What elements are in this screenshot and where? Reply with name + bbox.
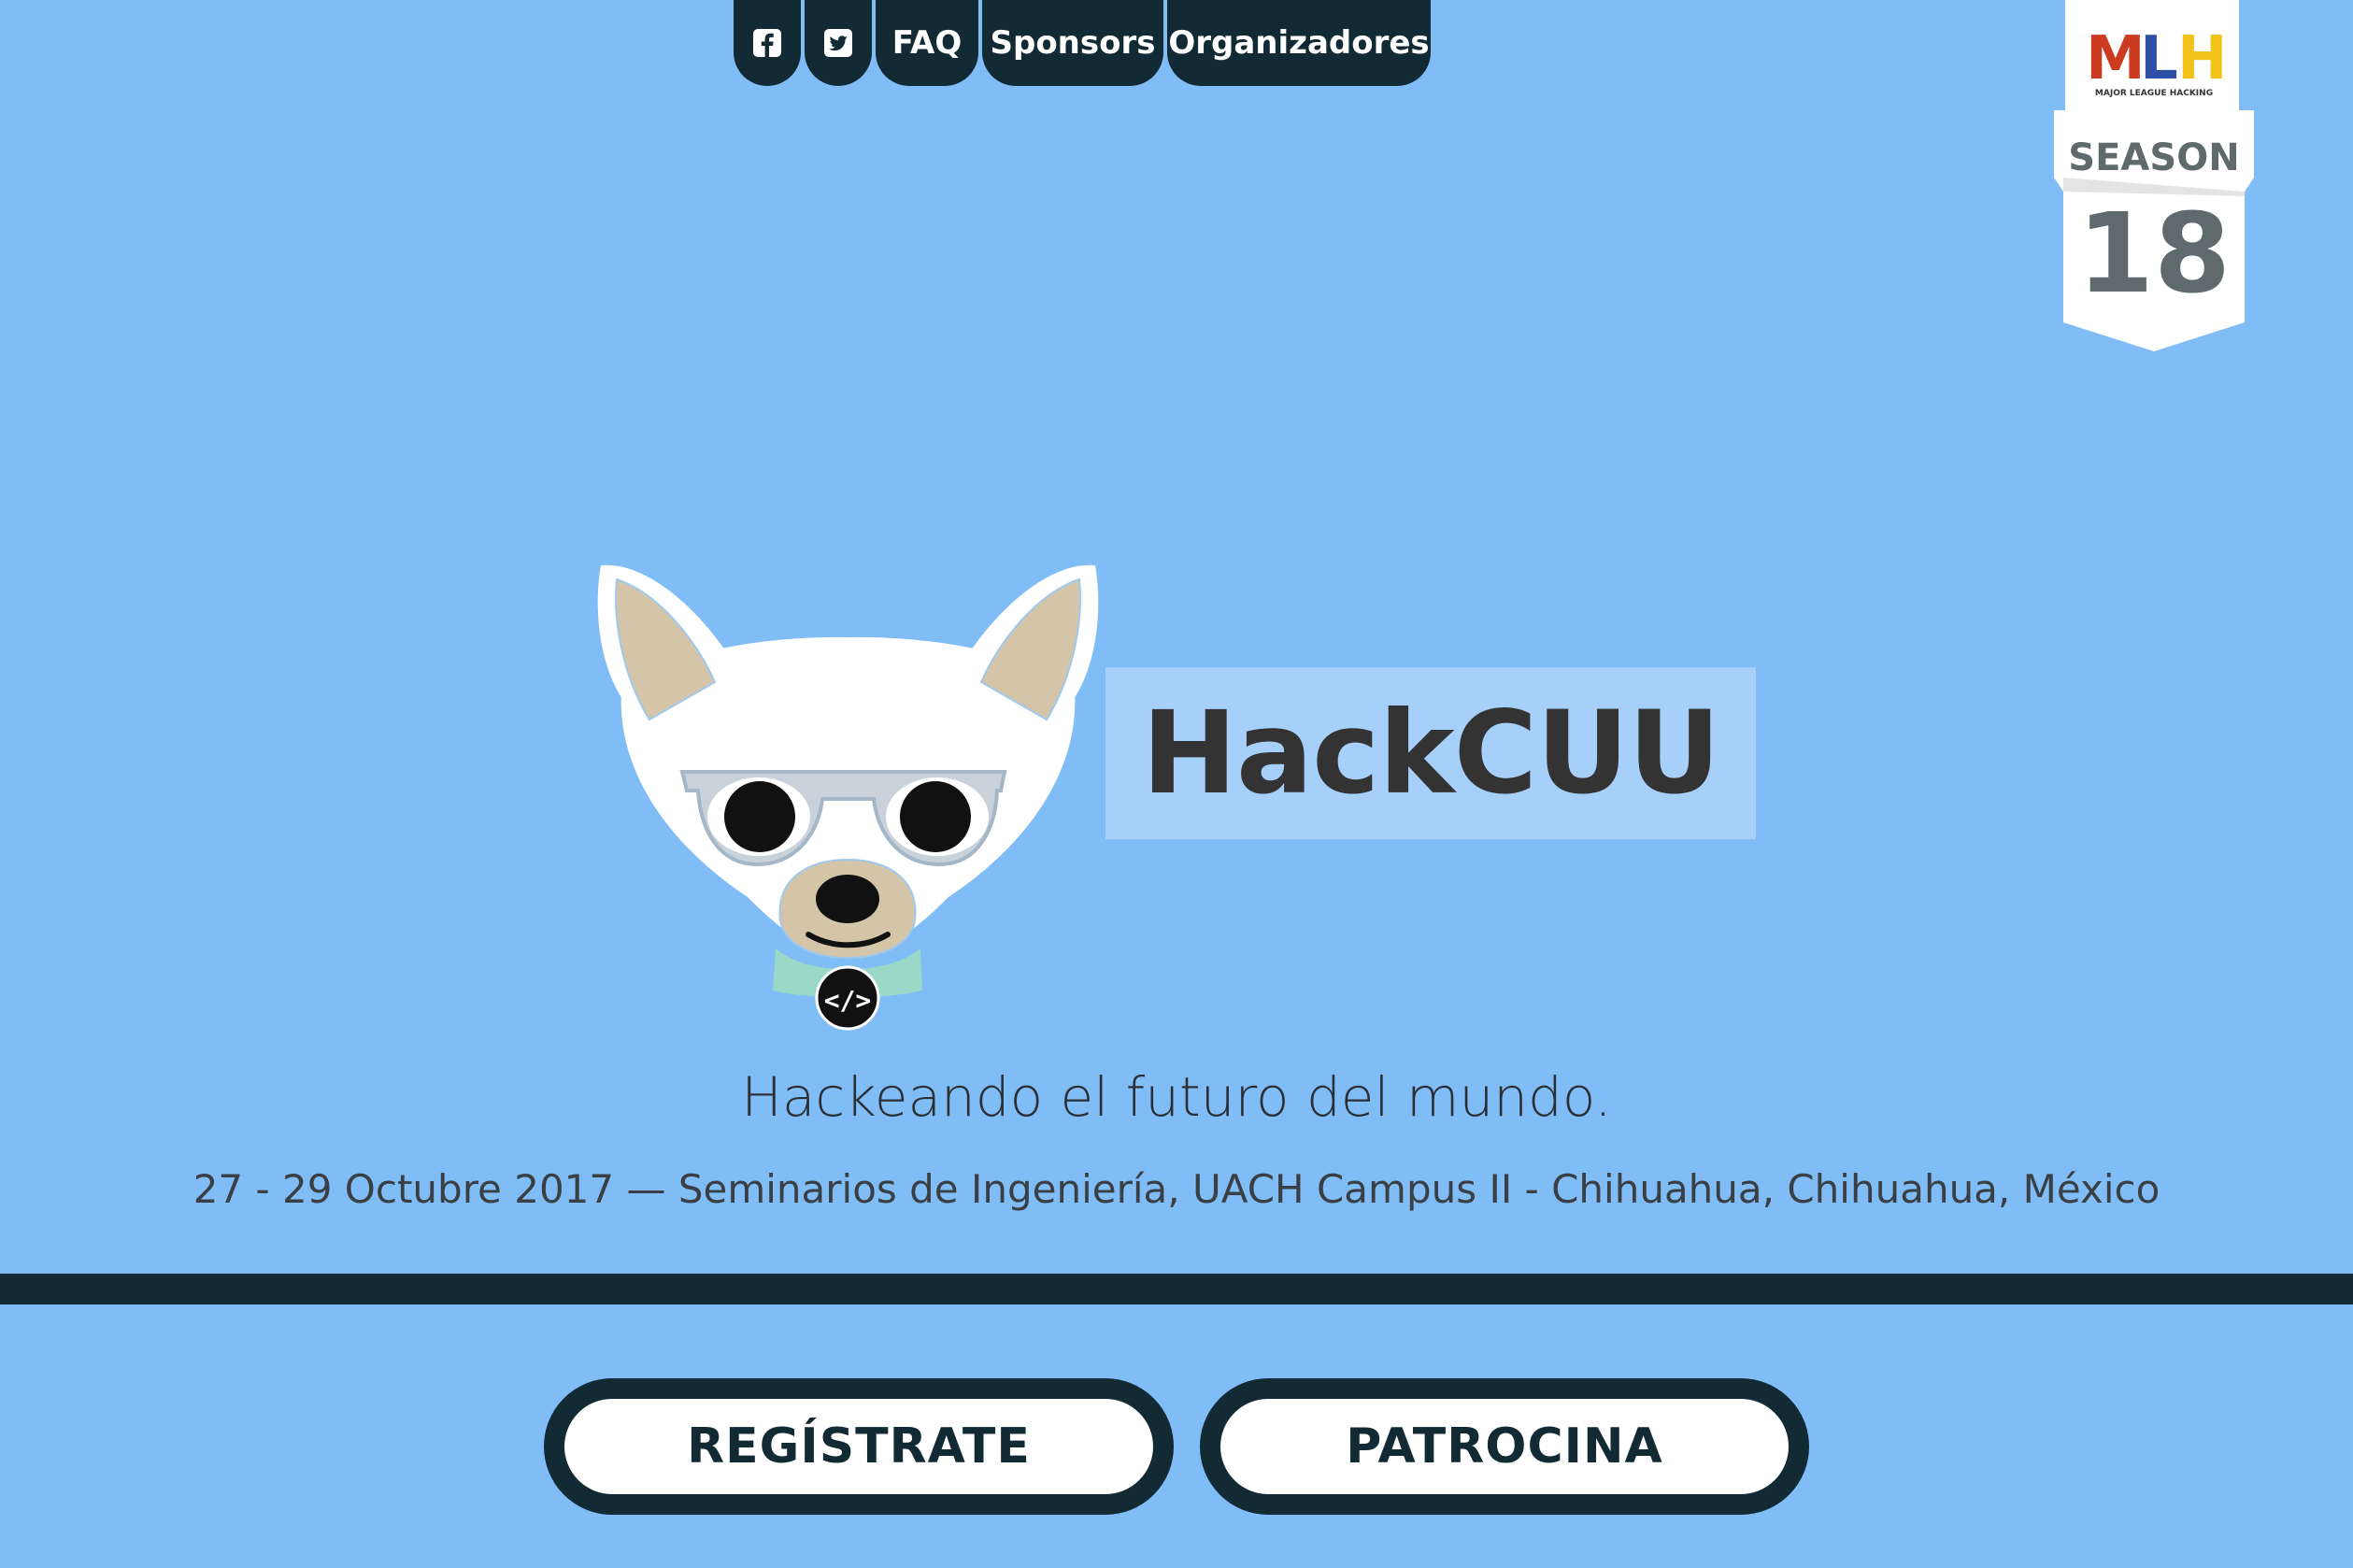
- mlh-letter-h: H: [2177, 24, 2228, 93]
- top-nav: FAQ Sponsors Organizadores: [734, 0, 1431, 86]
- mlh-season-badge[interactable]: M L H MAJOR LEAGUE HACKING SEASON 18: [2052, 0, 2256, 355]
- register-button[interactable]: REGÍSTRATE: [544, 1378, 1174, 1515]
- twitter-icon: [824, 29, 852, 57]
- mlh-sublabel: MAJOR LEAGUE HACKING: [2095, 89, 2213, 98]
- facebook-icon: [753, 29, 781, 57]
- mlh-letter-m: M: [2086, 24, 2146, 93]
- nav-organizers-link[interactable]: Organizadores: [1167, 0, 1431, 86]
- hero-tagline: Hackeando el futuro del mundo.: [741, 1065, 1612, 1129]
- mlh-season-number: 18: [2077, 189, 2231, 318]
- section-divider: [0, 1274, 2353, 1304]
- hero-title-box: HackCUU: [1105, 667, 1756, 839]
- facebook-link[interactable]: [734, 0, 801, 86]
- twitter-link[interactable]: [805, 0, 872, 86]
- event-details: 27 - 29 Octubre 2017 — Seminarios de Ing…: [193, 1166, 2160, 1212]
- sponsor-button[interactable]: PATROCINA: [1200, 1378, 1809, 1515]
- hero-title: HackCUU: [1141, 687, 1721, 820]
- mlh-logo: M L H: [2086, 24, 2228, 93]
- chihuahua-mascot-logo: </>: [597, 564, 1099, 1031]
- nav-sponsors-link[interactable]: Sponsors: [982, 0, 1163, 86]
- nav-faq-link[interactable]: FAQ: [876, 0, 978, 86]
- mlh-season-label: SEASON: [2068, 136, 2239, 179]
- mlh-letter-l: L: [2140, 24, 2178, 93]
- svg-text:</>: </>: [824, 985, 872, 1016]
